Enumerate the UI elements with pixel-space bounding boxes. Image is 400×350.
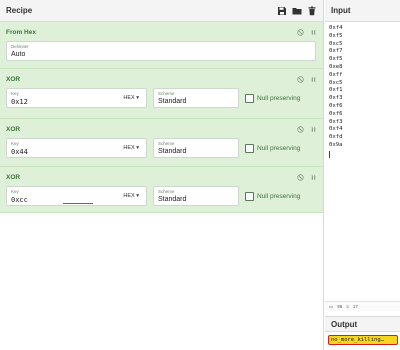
scheme-field[interactable]: Scheme Standard (153, 186, 239, 206)
scheme-field[interactable]: Scheme Standard (153, 88, 239, 108)
op-title-xor: XOR (6, 125, 21, 133)
op-xor-3: XOR Key 0xcc HEX ▾ Scheme Standard Null … (0, 167, 323, 213)
null-preserving-checkbox[interactable] (245, 93, 254, 103)
op-xor-1: XOR Key 0x12 HEX ▾ Scheme Standard Null … (0, 69, 323, 119)
op-from-hex: From Hex Delimiter Auto (0, 22, 323, 69)
input-length: 96 (337, 304, 343, 309)
input-line: 0xc5 (329, 40, 343, 47)
delimiter-value: Auto (11, 51, 26, 58)
null-preserving-checkbox[interactable] (245, 191, 254, 201)
null-preserving-label: Null preserving (257, 192, 301, 200)
recipe-header: Recipe (0, 0, 323, 22)
disable-icon[interactable] (297, 125, 304, 133)
input-line: 0xf5 (329, 32, 343, 39)
input-line: 0xc5 (329, 79, 343, 86)
length-icon: ▭ (329, 303, 334, 309)
disable-icon[interactable] (297, 173, 304, 181)
input-line: 0xf6 (329, 110, 343, 117)
trash-icon[interactable] (307, 6, 317, 16)
scheme-field[interactable]: Scheme Standard (153, 138, 239, 158)
null-preserving-option[interactable]: Null preserving (245, 93, 301, 103)
key-format-dropdown[interactable]: HEX ▾ (120, 189, 142, 203)
op-title-xor: XOR (6, 75, 21, 83)
input-line: 0xf7 (329, 48, 343, 55)
lines-icon: ≡ (346, 304, 349, 309)
op-title-from-hex: From Hex (6, 28, 36, 36)
input-line: 0xf4 (329, 25, 343, 31)
output-header: Output (325, 317, 400, 332)
input-pane: Input 0xf4 0xf5 0xc5 0xf7 0xf5 0xe8 0xff… (325, 0, 400, 318)
key-format-dropdown[interactable]: HEX ▾ (120, 141, 142, 155)
scheme-value: Standard (158, 196, 187, 203)
input-line-count: 17 (352, 304, 358, 309)
input-line: 0xf5 (329, 56, 343, 63)
op-title-xor: XOR (6, 173, 21, 181)
output-title: Output (331, 319, 358, 329)
output-text[interactable]: no_more_killing… (328, 335, 398, 345)
output-pane: Output no_more_killing… (325, 316, 400, 350)
key-value: 0x44 (11, 148, 28, 156)
input-header: Input (325, 0, 400, 22)
key-field[interactable]: Key 0x44 HEX ▾ (6, 138, 147, 158)
recipe-drop-area[interactable] (0, 213, 323, 343)
key-value: 0x12 (11, 98, 28, 106)
scheme-value: Standard (158, 148, 187, 155)
op-xor-2: XOR Key 0x44 HEX ▾ Scheme Standard Null … (0, 119, 323, 167)
input-line: 0x9a (329, 141, 343, 148)
input-line: 0xf3 (329, 95, 343, 102)
input-line: 0xe8 (329, 63, 343, 70)
input-line: 0xfd (329, 134, 343, 141)
input-line: 0xf4 (329, 126, 343, 133)
null-preserving-checkbox[interactable] (245, 143, 254, 153)
null-preserving-option[interactable]: Null preserving (245, 191, 301, 201)
input-textarea[interactable]: 0xf4 0xf5 0xc5 0xf7 0xf5 0xe8 0xff 0xc5 … (325, 22, 400, 161)
text-caret (329, 150, 330, 158)
scheme-value: Standard (158, 98, 187, 105)
input-title: Input (331, 6, 351, 15)
pause-icon[interactable] (310, 29, 317, 36)
input-line: 0xf3 (329, 118, 343, 125)
null-preserving-label: Null preserving (257, 144, 301, 152)
key-format-label: HEX (123, 145, 135, 151)
text-cursor-underline (63, 203, 93, 204)
null-preserving-option[interactable]: Null preserving (245, 143, 301, 153)
pause-icon[interactable] (310, 174, 317, 181)
null-preserving-label: Null preserving (257, 94, 301, 102)
folder-icon[interactable] (292, 6, 302, 16)
disable-icon[interactable] (297, 28, 304, 36)
recipe-pane: Recipe From Hex Delimiter Auto XOR Key 0… (0, 0, 324, 350)
disable-icon[interactable] (297, 75, 304, 83)
save-icon[interactable] (277, 6, 287, 16)
delimiter-field[interactable]: Delimiter Auto (6, 41, 316, 61)
key-format-label: HEX (123, 95, 135, 101)
input-line: 0xf1 (329, 87, 343, 94)
key-format-dropdown[interactable]: HEX ▾ (120, 91, 142, 105)
recipe-title: Recipe (6, 6, 33, 15)
pause-icon[interactable] (310, 126, 317, 133)
key-field[interactable]: Key 0xcc HEX ▾ (6, 186, 147, 206)
input-line: 0xf6 (329, 102, 343, 109)
input-status-bar: ▭ 96 ≡ 17 (325, 301, 400, 311)
input-line: 0xff (329, 71, 343, 78)
key-format-label: HEX (123, 193, 135, 199)
key-field[interactable]: Key 0x12 HEX ▾ (6, 88, 147, 108)
pause-icon[interactable] (310, 76, 317, 83)
